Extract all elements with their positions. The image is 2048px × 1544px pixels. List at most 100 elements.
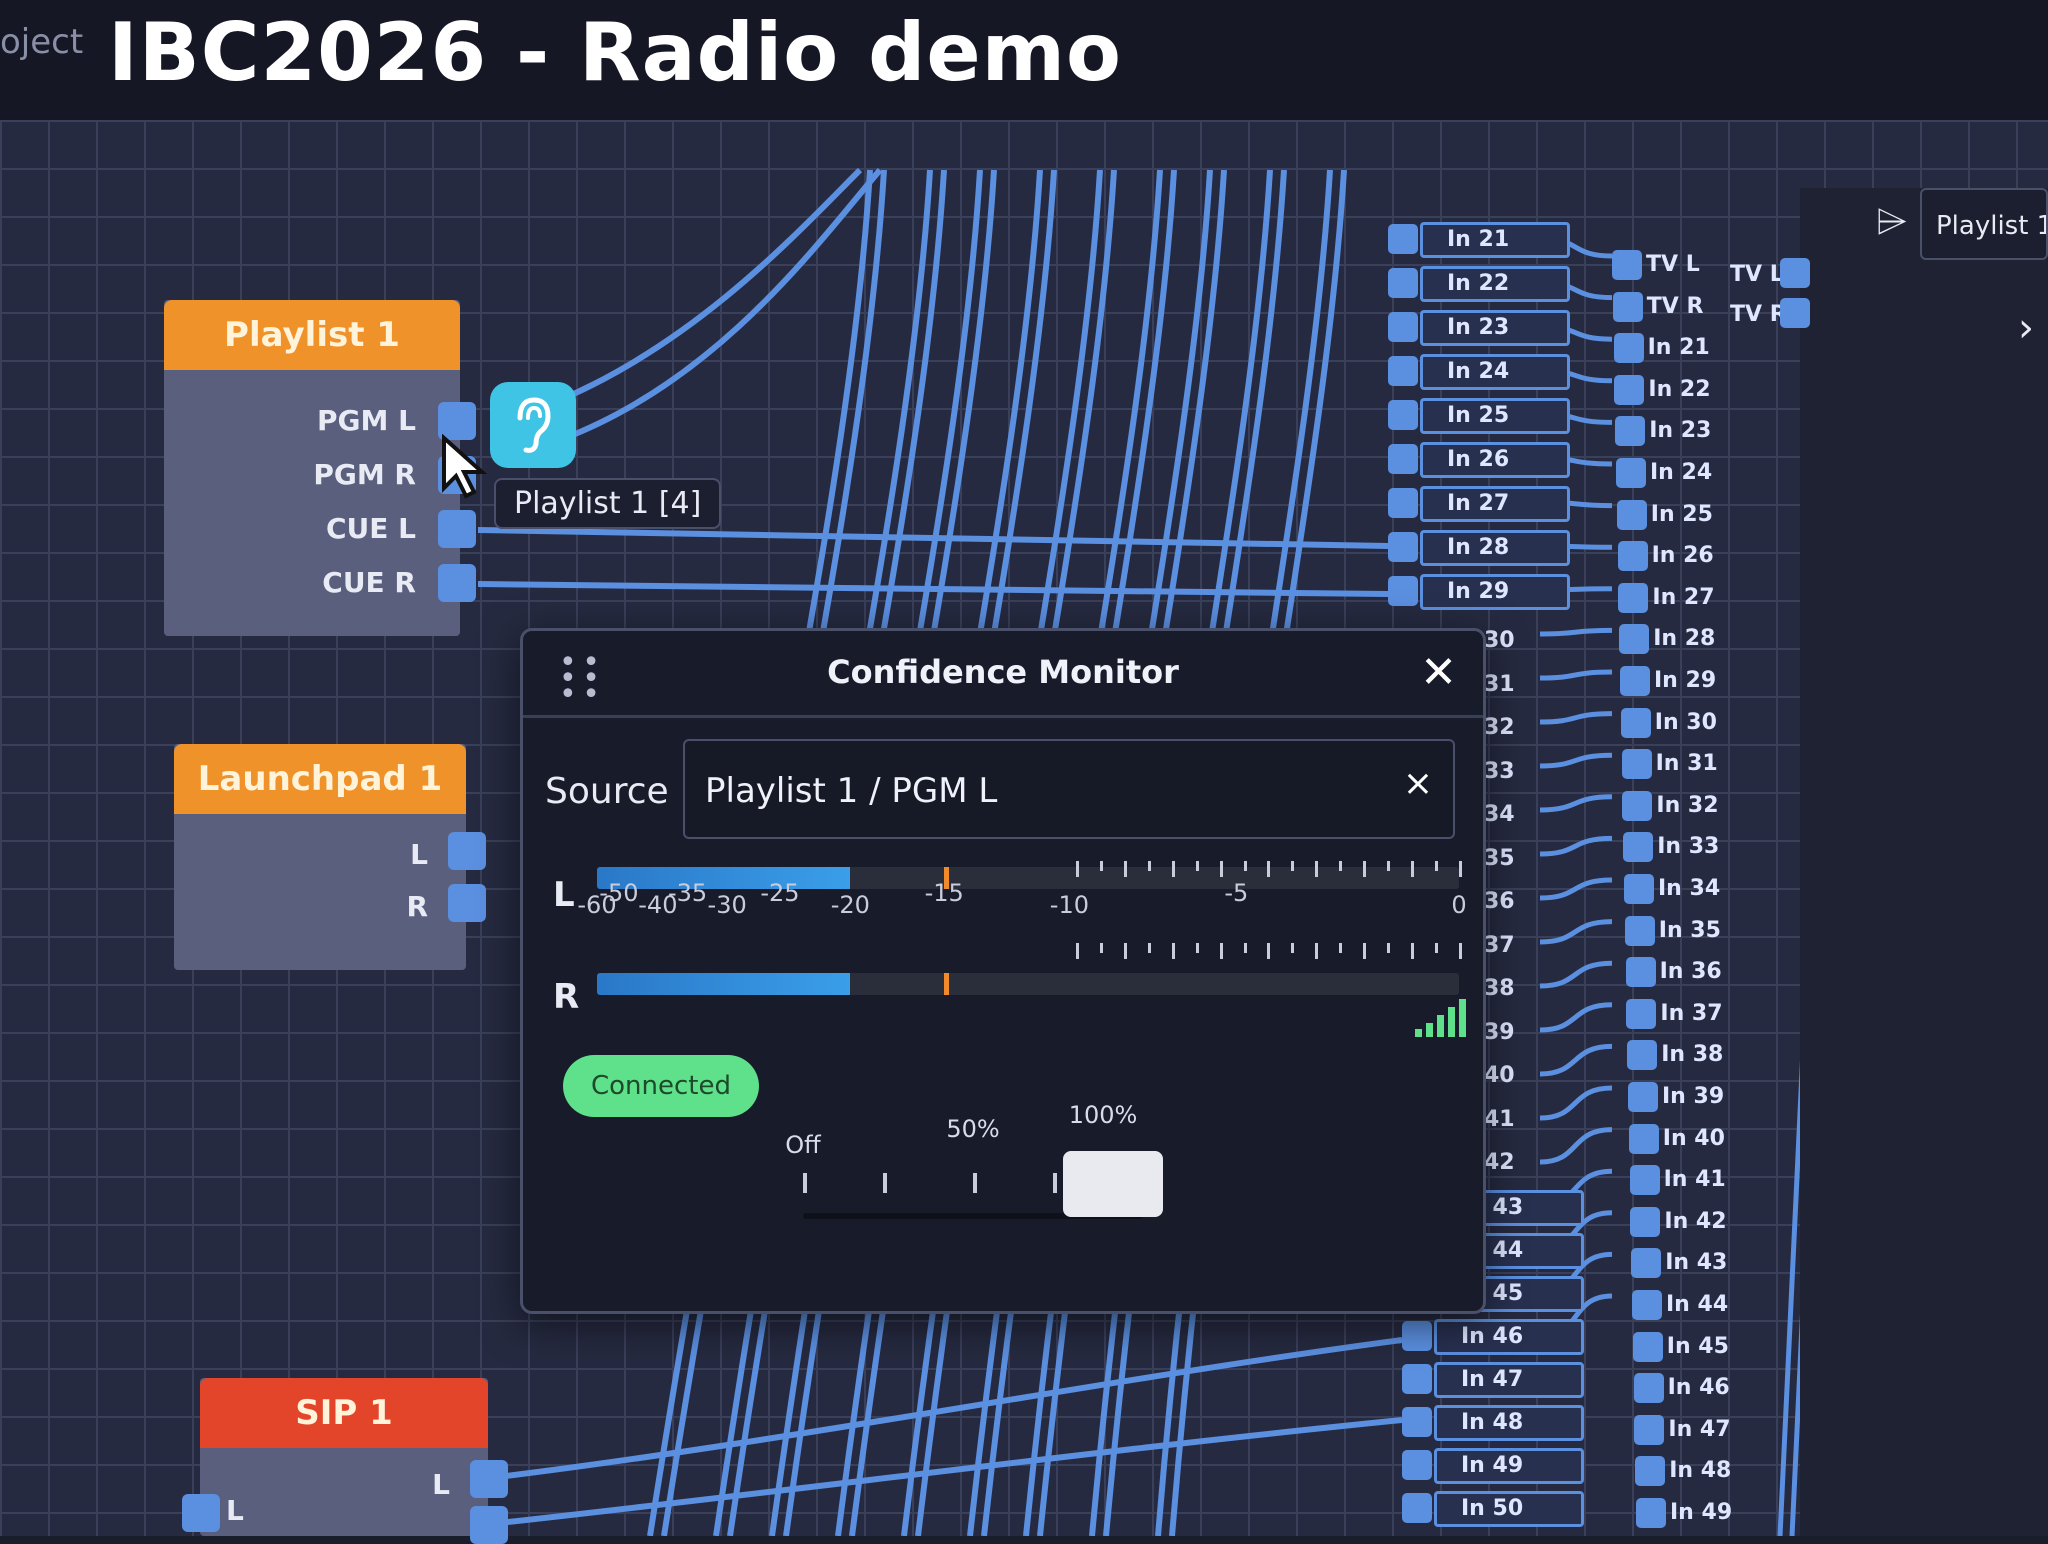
router-input-label[interactable]: In 25 bbox=[1420, 398, 1570, 434]
patch-wire[interactable] bbox=[477, 581, 1389, 597]
router-output-jack[interactable] bbox=[1625, 957, 1656, 988]
router-input-label[interactable]: In 49 bbox=[1434, 1448, 1584, 1484]
router-output-label: In 47 bbox=[1668, 1416, 1731, 1442]
node-title[interactable]: Launchpad 1 bbox=[174, 744, 466, 814]
router-output-jack[interactable] bbox=[1612, 250, 1642, 280]
router-output-jack[interactable] bbox=[1623, 832, 1654, 863]
router-input-label[interactable]: In 24 bbox=[1420, 354, 1570, 390]
router-output-jack[interactable] bbox=[1631, 1248, 1662, 1279]
router-output-label: In 37 bbox=[1660, 1000, 1723, 1026]
router-input-label[interactable]: In 23 bbox=[1420, 310, 1570, 346]
router-output-jack[interactable] bbox=[1624, 915, 1655, 946]
router-input-jack[interactable] bbox=[1388, 268, 1418, 298]
router-input-label[interactable]: In 26 bbox=[1420, 442, 1570, 478]
jack-cue-r[interactable] bbox=[438, 564, 476, 602]
port-sip-in-l: L bbox=[226, 1494, 244, 1527]
jack-sip-out-r[interactable] bbox=[470, 1506, 508, 1544]
jack-sip-in-l[interactable] bbox=[182, 1494, 220, 1532]
router-input-jack[interactable] bbox=[1402, 1407, 1432, 1437]
router-input-jack[interactable] bbox=[1388, 400, 1418, 430]
dialog-title: Confidence Monitor bbox=[827, 653, 1179, 691]
router-output-jack[interactable] bbox=[1627, 1040, 1658, 1071]
port-cue-l: CUE L bbox=[325, 512, 416, 545]
router-output-jack[interactable] bbox=[1615, 416, 1646, 447]
router-output-label: In 28 bbox=[1653, 626, 1716, 652]
router-output-jack[interactable] bbox=[1635, 1456, 1666, 1487]
router-output-jack[interactable] bbox=[1628, 1123, 1659, 1154]
router-input-label[interactable]: In 27 bbox=[1420, 486, 1570, 522]
router-output-jack[interactable] bbox=[1630, 1206, 1661, 1237]
chevron-right-icon[interactable]: › bbox=[2018, 305, 2034, 351]
router-input-label[interactable]: In 29 bbox=[1420, 574, 1570, 610]
router-input-jack[interactable] bbox=[1388, 444, 1418, 474]
router-wire bbox=[1539, 627, 1613, 637]
router-output-jack[interactable] bbox=[1617, 541, 1648, 572]
router-output-jack[interactable] bbox=[1619, 624, 1650, 655]
router-output-jack[interactable] bbox=[1620, 707, 1651, 738]
router-input-jack[interactable] bbox=[1388, 356, 1418, 386]
router-output-jack[interactable] bbox=[1633, 1373, 1664, 1404]
router-output-jack[interactable] bbox=[1616, 458, 1646, 488]
patch-wire[interactable] bbox=[558, 167, 863, 403]
router-input-label-partial: 38 bbox=[1484, 976, 1515, 1001]
router-input-jack[interactable] bbox=[1402, 1364, 1432, 1394]
router-output-jack[interactable] bbox=[1621, 749, 1652, 780]
ear-icon[interactable] bbox=[490, 382, 576, 468]
router-input-label[interactable]: In 22 bbox=[1420, 266, 1570, 302]
right-source-field[interactable]: Playlist 1 / PG bbox=[1920, 188, 2048, 260]
volume-slider[interactable]: Off 50% 100% bbox=[763, 1101, 1183, 1241]
router-input-jack[interactable] bbox=[1388, 532, 1418, 562]
router-input-jack[interactable] bbox=[1402, 1321, 1432, 1351]
router-output-jack[interactable] bbox=[1634, 1414, 1665, 1445]
patch-wire[interactable] bbox=[489, 1337, 1403, 1481]
router-input-label[interactable]: In 46 bbox=[1434, 1319, 1584, 1355]
volume-knob[interactable] bbox=[1063, 1151, 1163, 1217]
tv-output-jack[interactable] bbox=[1780, 298, 1810, 328]
router-output-jack[interactable] bbox=[1618, 582, 1649, 613]
meter-tick bbox=[1099, 861, 1103, 871]
router-input-jack[interactable] bbox=[1402, 1450, 1432, 1480]
router-input-label[interactable]: In 47 bbox=[1434, 1362, 1584, 1398]
router-output-jack[interactable] bbox=[1632, 1331, 1663, 1362]
jack-launchpad-l[interactable] bbox=[448, 832, 486, 870]
router-output-jack[interactable] bbox=[1620, 666, 1650, 696]
router-input-label[interactable]: In 28 bbox=[1420, 530, 1570, 566]
router-input-label[interactable]: In 48 bbox=[1434, 1405, 1584, 1441]
source-input[interactable]: Playlist 1 / PGM L × bbox=[683, 739, 1455, 839]
cursor-tool-icon[interactable]: ⌲ bbox=[1876, 198, 1907, 244]
router-input-label[interactable]: In 21 bbox=[1420, 222, 1570, 258]
router-input-jack[interactable] bbox=[1402, 1493, 1432, 1523]
clear-icon[interactable]: × bbox=[1403, 763, 1433, 804]
meter-tick bbox=[1171, 943, 1175, 959]
router-output-jack[interactable] bbox=[1612, 291, 1643, 322]
jack-sip-out-l[interactable] bbox=[470, 1460, 508, 1498]
router-output-label: In 44 bbox=[1666, 1292, 1729, 1317]
router-input-jack[interactable] bbox=[1388, 312, 1418, 342]
router-output-jack[interactable] bbox=[1626, 998, 1657, 1029]
router-output-label: In 38 bbox=[1661, 1042, 1724, 1068]
router-output-jack[interactable] bbox=[1616, 499, 1647, 530]
router-output-jack[interactable] bbox=[1622, 790, 1653, 821]
node-title[interactable]: SIP 1 bbox=[200, 1378, 488, 1448]
router-output-jack[interactable] bbox=[1613, 333, 1644, 364]
router-output-jack[interactable] bbox=[1628, 1082, 1658, 1112]
router-output-jack[interactable] bbox=[1629, 1165, 1660, 1196]
router-output-jack[interactable] bbox=[1636, 1498, 1666, 1528]
jack-cue-l[interactable] bbox=[438, 510, 476, 548]
node-title[interactable]: Playlist 1 bbox=[164, 300, 460, 370]
router-output-jack[interactable] bbox=[1614, 374, 1645, 405]
close-icon[interactable]: ✕ bbox=[1420, 647, 1457, 698]
router-output-jack[interactable] bbox=[1632, 1290, 1662, 1320]
router-input-jack[interactable] bbox=[1388, 576, 1418, 606]
meter-tick bbox=[1435, 861, 1439, 871]
router-input-jack[interactable] bbox=[1388, 224, 1418, 254]
jack-launchpad-r[interactable] bbox=[448, 884, 486, 922]
router-input-jack[interactable] bbox=[1388, 488, 1418, 518]
volume-tick bbox=[973, 1173, 977, 1193]
meter-tick bbox=[1267, 943, 1271, 959]
connection-status-badge: Connected bbox=[563, 1055, 759, 1117]
router-output-jack[interactable] bbox=[1624, 874, 1654, 904]
patch-wire[interactable] bbox=[489, 1417, 1403, 1527]
tv-output-jack[interactable] bbox=[1780, 258, 1810, 288]
router-input-label[interactable]: In 50 bbox=[1434, 1491, 1584, 1527]
